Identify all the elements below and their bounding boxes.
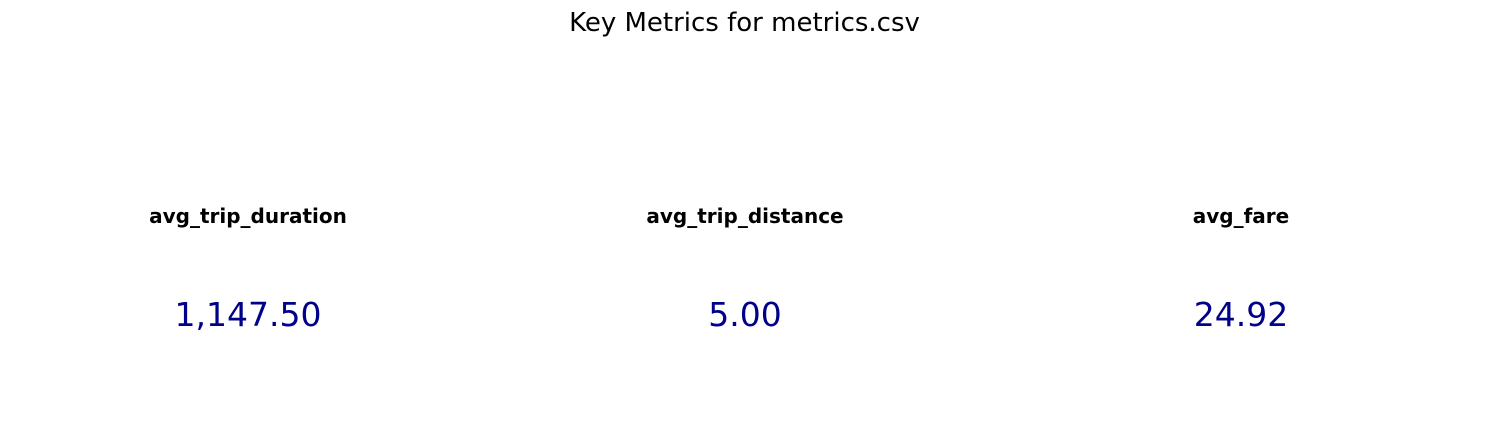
metric-label: avg_trip_duration: [149, 204, 347, 228]
figure-title: Key Metrics for metrics.csv: [569, 8, 920, 38]
metric-card-avg-trip-distance: avg_trip_distance 5.00: [497, 60, 993, 425]
metrics-figure: Key Metrics for metrics.csv avg_trip_dur…: [0, 0, 1489, 425]
metric-card-avg-trip-duration: avg_trip_duration 1,147.50: [0, 60, 496, 425]
metric-label: avg_trip_distance: [646, 204, 844, 228]
metric-value: 1,147.50: [174, 295, 322, 334]
metric-label: avg_fare: [1192, 204, 1290, 228]
metric-value: 24.92: [1193, 295, 1289, 334]
metric-card-avg-fare: avg_fare 24.92: [993, 60, 1489, 425]
metric-value: 5.00: [708, 295, 782, 334]
